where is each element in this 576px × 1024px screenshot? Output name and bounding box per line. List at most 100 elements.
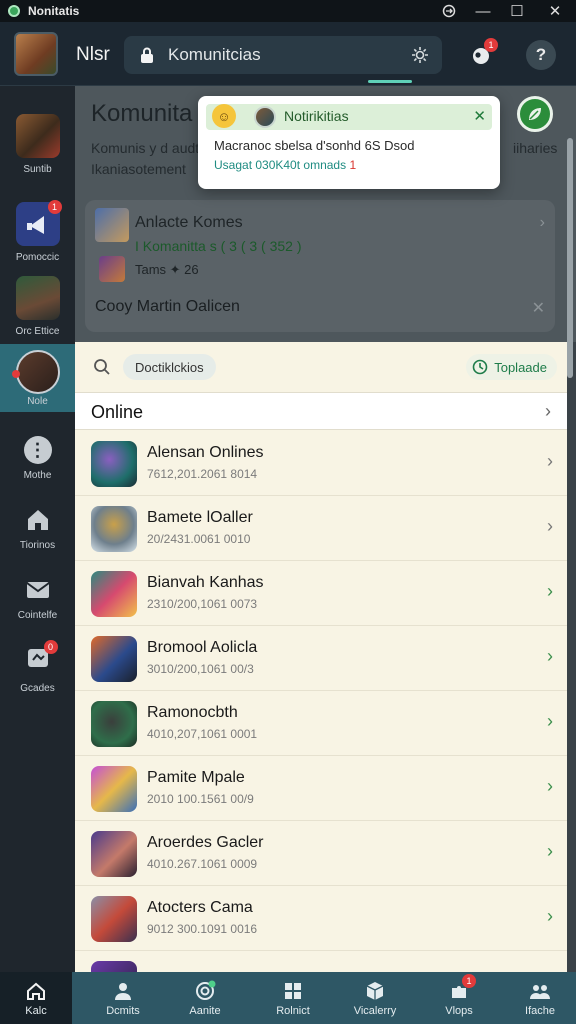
notification-meta-text: Usagat 030K40t omnads (214, 158, 347, 172)
game-row[interactable]: Bianvah Kanhas 2310/200,1061 0073 › (75, 561, 567, 626)
bottom-nav-item-rolnict[interactable]: Rolnict (258, 972, 328, 1024)
target-icon (196, 980, 216, 1000)
sidebar-item-label: Tiorinos (19, 540, 56, 551)
bottom-nav-item-vlops[interactable]: 1 Vlops (424, 972, 494, 1024)
window-title: Nonitatis (28, 4, 80, 18)
username: Nlsr (76, 44, 110, 65)
badge-icon: 0 (24, 640, 58, 677)
game-name: Alensan Onlines (147, 444, 264, 461)
chevron-right-icon: › (547, 581, 553, 601)
sidebar-item-nole[interactable]: Nole (0, 344, 75, 412)
maximize-button[interactable]: ☐ (500, 0, 534, 22)
game-meta: 2310/200,1061 0073 (147, 597, 258, 611)
scrollbar[interactable] (567, 138, 573, 378)
sidebar-item-label: Suntib (23, 164, 52, 175)
game-name: Bromool Aolicla (147, 639, 258, 656)
notifications-button[interactable]: 1 (466, 38, 498, 70)
game-icon (91, 506, 137, 552)
game-row[interactable]: Bamete lOaller 20/2431.0061 0010 › (75, 496, 567, 561)
sidebar-item-pomoccic[interactable]: 1 Pomoccic (0, 200, 75, 263)
community-card[interactable]: Anlacte Komes I Komanitta s ( 3 ( 3 ( 35… (85, 200, 555, 332)
game-row[interactable]: Aroerdes Gacler 4010.267.1061 0009 › (75, 821, 567, 886)
app-logo-icon (8, 5, 20, 17)
game-row[interactable]: Bromool Aolicla 3010/200,1061 00/3 › (75, 626, 567, 691)
sidebar-badge: 0 (43, 640, 58, 654)
game-icon (91, 441, 137, 487)
online-section-header[interactable]: Online › (75, 392, 567, 430)
sidebar-item-mothe[interactable]: ⋮ Mothe (0, 436, 75, 481)
game-row[interactable]: Alensan Onlines 7612,201.2061 8014 › (75, 431, 567, 496)
app-header: Nlsr Komunitcias 1 ? (0, 22, 576, 86)
games-panel: Doctiklckios Toplaade Online › Alensan O… (75, 342, 567, 972)
search-text: Komunitcias (168, 45, 261, 64)
game-icon (91, 961, 137, 972)
game-meta: 3010/200,1061 00/3 (147, 662, 254, 676)
home-icon (27, 982, 45, 1000)
notification-header (206, 104, 492, 130)
notification-close-button[interactable]: ✕ (473, 107, 486, 125)
bottom-nav-label: Ifache (525, 1004, 555, 1017)
person-icon (115, 982, 131, 1000)
search-icon[interactable] (93, 358, 111, 376)
puzzle-icon: 1 (448, 973, 476, 1002)
notification-badge: 1 (484, 38, 498, 52)
notification-message: Macranoc sbelsa d'sonhd 6S Dsod (214, 138, 415, 153)
bottom-nav-item-vicalerry[interactable]: Vicalerry (340, 972, 410, 1024)
bottom-nav-item-ifache[interactable]: Ifache (505, 972, 575, 1024)
main-content: Komunita Komunis y d audt iiharies Ikani… (75, 86, 576, 972)
chevron-right-icon: › (547, 516, 553, 536)
user-avatar[interactable] (14, 32, 58, 76)
chevron-right-icon[interactable]: › (540, 214, 545, 232)
game-meta: 4010.267.1061 0009 (147, 857, 258, 871)
sidebar-item-label: Pomoccic (15, 252, 60, 263)
settings-gear-icon[interactable] (410, 45, 430, 65)
sidebar-item-tiorinos[interactable]: Tiorinos (0, 506, 75, 551)
chevron-right-icon: › (547, 711, 553, 731)
game-meta: 2010 100.1561 00/9 (147, 792, 254, 806)
info-icon: ⋮ (23, 436, 52, 464)
close-window-button[interactable]: ✕ (538, 0, 572, 22)
notification-popup[interactable]: ☺ Notirikitias ✕ Macranoc sbelsa d'sonhd… (198, 96, 500, 189)
notification-avatar (254, 106, 276, 128)
dismiss-icon[interactable]: ✕ (532, 298, 545, 318)
card-small-thumbnail (99, 256, 125, 282)
game-name: Aroerdes Gacler (147, 834, 264, 851)
clock-icon (472, 359, 488, 375)
notification-title: Notirikitias (284, 108, 349, 124)
sidebar-item-label: Nole (27, 396, 48, 407)
bottom-nav-item-dcmits[interactable]: Dcmits (88, 972, 158, 1024)
chevron-right-icon: › (547, 776, 553, 796)
cube-icon (366, 981, 384, 1000)
warrior-avatar-icon (15, 114, 60, 158)
search-bar[interactable]: Komunitcias (124, 36, 442, 83)
sidebar-item-gcades[interactable]: 0 Gcades (0, 640, 75, 694)
sidebar-item-suntib[interactable]: Suntib (0, 114, 75, 175)
sync-icon[interactable] (432, 0, 466, 22)
game-row-partial[interactable] (75, 951, 567, 972)
sidebar-item-orc-ettice[interactable]: Orc Ettice (0, 276, 75, 337)
bottom-nav-badge: 1 (462, 973, 476, 988)
megaphone-icon: 1 (15, 200, 62, 246)
game-meta: 4010,207,1061 0001 (147, 727, 258, 741)
game-row[interactable]: Atocters Cama 9012 300.1091 0016 › (75, 886, 567, 951)
minimize-button[interactable]: — (466, 0, 500, 22)
card-stats: I Komanitta s ( 3 ( 3 ( 352 ) (135, 238, 302, 254)
group-icon (530, 984, 550, 999)
bottom-nav-label: Rolnict (276, 1004, 310, 1017)
game-name: Bianvah Kanhas (147, 574, 264, 591)
share-fab-button[interactable] (517, 96, 553, 132)
filter-chip[interactable]: Doctiklckios (123, 354, 216, 380)
notification-meta: Usagat 030K40t omnads 1 (214, 158, 356, 172)
help-button[interactable]: ? (526, 40, 556, 70)
game-row[interactable]: Ramonocbth 4010,207,1061 0001 › (75, 691, 567, 756)
game-row[interactable]: Pamite Mpale 2010 100.1561 00/9 › (75, 756, 567, 821)
game-meta: 7612,201.2061 8014 (147, 467, 258, 481)
list-toolbar: Doctiklckios Toplaade (75, 342, 567, 392)
bottom-nav-item-kalc[interactable]: Kalc (0, 972, 72, 1024)
upload-button[interactable]: Toplaade (466, 354, 557, 380)
game-name: Atocters Cama (147, 899, 253, 916)
mail-icon (25, 582, 50, 598)
bottom-nav-item-aanite[interactable]: Aanite (170, 972, 240, 1024)
sidebar-item-cointelfe[interactable]: Cointelfe (0, 576, 75, 621)
sidebar-item-label: Orc Ettice (15, 326, 60, 337)
